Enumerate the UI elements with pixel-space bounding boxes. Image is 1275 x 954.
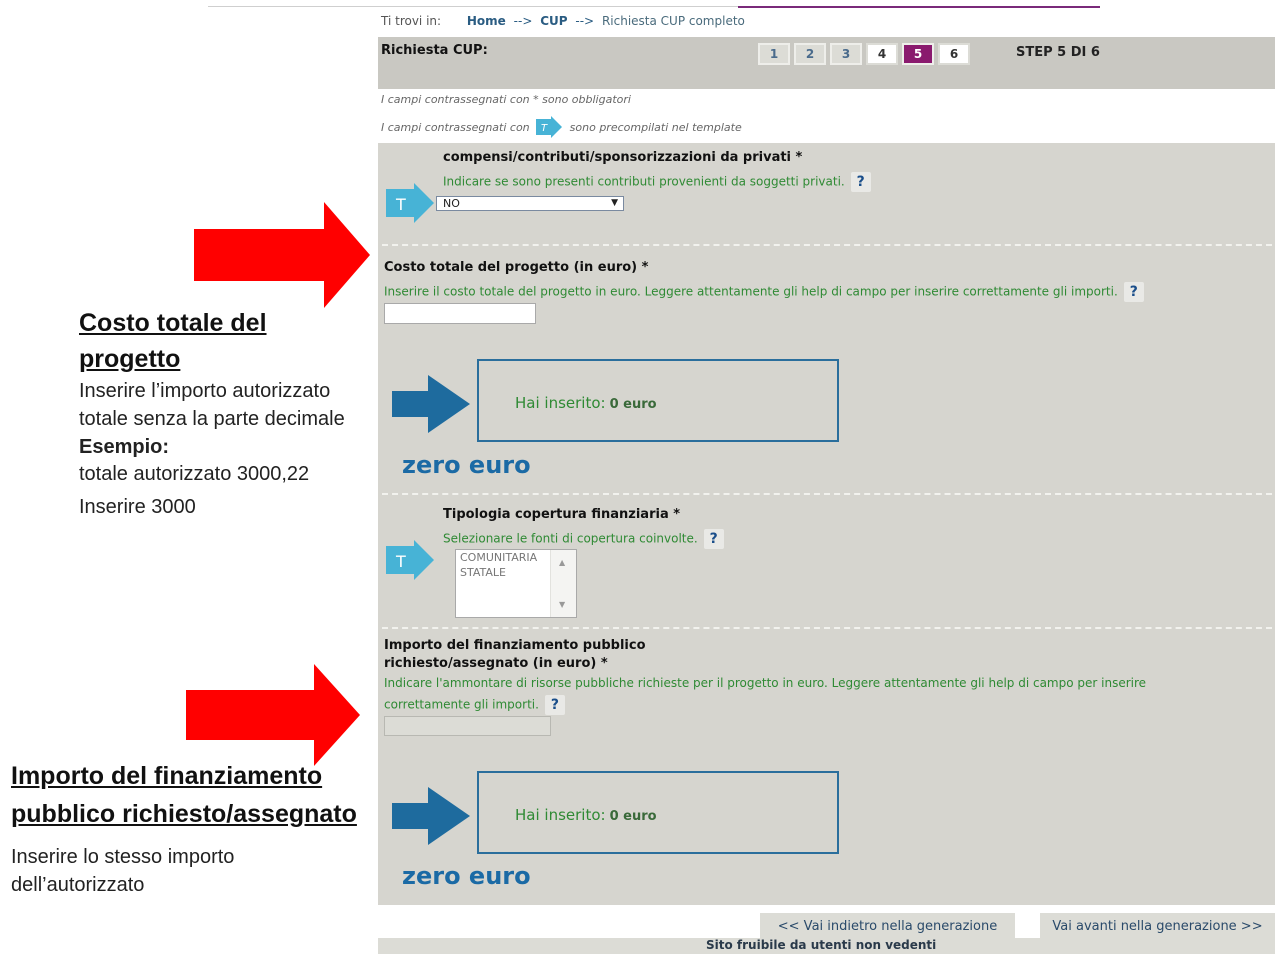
scroll-up-icon[interactable]: ▲ <box>559 558 565 567</box>
breadcrumb-cup-link[interactable]: CUP <box>540 14 567 28</box>
importo-result-value: 0 euro <box>609 809 657 824</box>
importo-zero-euro: zero euro <box>402 862 531 890</box>
annotation-importo-title-line2: pubblico richiesto/assegnato <box>11 800 357 828</box>
importo-help-line2: correttamente gli importi. <box>384 697 539 712</box>
annotation-costo-example-label: Esempio: <box>79 436 170 458</box>
importo-label-line2: richiesto/assegnato (in euro) * <box>384 656 608 671</box>
red-arrow-right-icon <box>186 664 360 770</box>
required-fields-note: I campi contrassegnati con * sono obblig… <box>381 93 631 106</box>
step-6: 6 <box>938 43 970 65</box>
back-button[interactable]: << Vai indietro nella generazione <box>760 913 1015 939</box>
prefilled-fields-note: I campi contrassegnati con T sono precom… <box>381 116 742 138</box>
costo-result-box: Hai inserito: 0 euro <box>477 359 839 442</box>
importo-label-line1: Importo del finanziamento pubblico <box>384 638 646 653</box>
red-arrow-right-icon <box>194 202 370 312</box>
annotation-importo-title-line1: Importo del finanziamento <box>11 762 323 790</box>
annotation-costo-line2: totale senza la parte decimale <box>79 408 345 430</box>
dropdown-arrow-icon: ▼ <box>611 198 618 208</box>
annotation-importo-line2: dell’autorizzato <box>11 874 145 896</box>
step-5-current: 5 <box>902 43 934 65</box>
t-template-badge-icon: T <box>386 540 434 580</box>
importo-result-text: Hai inserito: 0 euro <box>515 806 657 824</box>
compensi-help-text: Indicare se sono presenti contributi pro… <box>443 174 845 189</box>
question-help-icon[interactable]: ? <box>1123 282 1144 302</box>
tipologia-help-text: Selezionare le fonti di copertura coinvo… <box>443 531 698 546</box>
costo-result-label: Hai inserito: <box>515 394 606 412</box>
section-divider <box>382 627 1272 629</box>
costo-help: Inserire il costo totale del progetto in… <box>384 282 1144 302</box>
importo-help: correttamente gli importi.? <box>384 695 565 715</box>
svg-text:T: T <box>395 552 406 571</box>
costo-zero-euro: zero euro <box>402 451 531 479</box>
compensi-select[interactable]: NO ▼ <box>436 196 624 211</box>
footer-bar: Sito fruibile da utenti non vedenti <box>378 938 1275 954</box>
svg-text:T: T <box>541 123 548 134</box>
compensi-select-value: NO <box>443 197 460 210</box>
costo-result-value: 0 euro <box>609 397 657 412</box>
step-indicator: 1 2 3 4 5 6 <box>758 43 970 65</box>
annotation-costo-line1: Inserire l’importo autorizzato <box>79 380 331 402</box>
breadcrumb: Ti trovi in: Home --> CUP --> Richiesta … <box>381 14 745 28</box>
annotation-costo-title-line1: Costo totale del <box>79 309 267 337</box>
section-divider <box>382 493 1272 495</box>
scroll-down-icon[interactable]: ▼ <box>559 600 565 609</box>
compensi-label: compensi/contributi/sponsorizzazioni da … <box>443 150 803 165</box>
step-1[interactable]: 1 <box>758 43 790 65</box>
annotation-costo-example-line: totale autorizzato 3000,22 <box>79 463 310 485</box>
top-divider <box>208 6 738 7</box>
step-bar: Richiesta CUP: 1 2 3 4 5 6 STEP 5 DI 6 <box>378 37 1275 89</box>
top-accent-line <box>738 6 1100 8</box>
accessibility-link[interactable]: Sito fruibile da utenti non vedenti <box>706 938 936 952</box>
question-help-icon[interactable]: ? <box>850 172 871 192</box>
costo-help-text: Inserire il costo totale del progetto in… <box>384 284 1118 299</box>
costo-input[interactable] <box>384 303 536 324</box>
prefilled-note-before: I campi contrassegnati con <box>381 120 530 134</box>
breadcrumb-current: Richiesta CUP completo <box>601 14 745 28</box>
t-template-badge-icon: T <box>386 183 434 223</box>
listbox-scrollbar[interactable]: ▲ ▼ <box>550 550 576 617</box>
question-help-icon[interactable]: ? <box>703 529 724 549</box>
annotation-costo-insert-line: Inserire 3000 <box>79 496 196 518</box>
t-template-badge-icon: T <box>535 116 562 138</box>
step-4[interactable]: 4 <box>866 43 898 65</box>
svg-text:T: T <box>395 195 406 214</box>
breadcrumb-label: Ti trovi in: <box>381 14 442 28</box>
tipologia-label: Tipologia copertura finanziaria * <box>443 507 681 522</box>
compensi-help: Indicare se sono presenti contributi pro… <box>443 172 871 192</box>
importo-help-line1: Indicare l'ammontare di risorse pubblich… <box>384 676 1147 690</box>
forward-button[interactable]: Vai avanti nella generazione >> <box>1040 913 1275 939</box>
breadcrumb-home-link[interactable]: Home <box>467 14 506 28</box>
costo-label: Costo totale del progetto (in euro) * <box>384 260 649 275</box>
page-title: Richiesta CUP: <box>381 43 488 58</box>
importo-result-label: Hai inserito: <box>515 806 606 824</box>
section-divider <box>382 244 1272 246</box>
blue-arrow-right-icon <box>392 375 470 437</box>
tipologia-help: Selezionare le fonti di copertura coinvo… <box>443 529 724 549</box>
step-counter: STEP 5 DI 6 <box>1016 45 1100 60</box>
costo-result-text: Hai inserito: 0 euro <box>515 394 657 412</box>
annotation-importo-line1: Inserire lo stesso importo <box>11 846 235 868</box>
blue-arrow-right-icon <box>392 787 470 849</box>
annotation-costo-title-line2: progetto <box>79 345 181 373</box>
tipologia-listbox[interactable]: COMUNITARIA STATALE ▲ ▼ <box>455 549 577 618</box>
question-help-icon[interactable]: ? <box>544 695 565 715</box>
breadcrumb-separator: --> <box>575 14 595 28</box>
importo-input <box>384 716 551 736</box>
step-3[interactable]: 3 <box>830 43 862 65</box>
step-2[interactable]: 2 <box>794 43 826 65</box>
importo-result-box: Hai inserito: 0 euro <box>477 771 839 854</box>
breadcrumb-separator: --> <box>513 14 533 28</box>
prefilled-note-after: sono precompilati nel template <box>569 120 742 134</box>
